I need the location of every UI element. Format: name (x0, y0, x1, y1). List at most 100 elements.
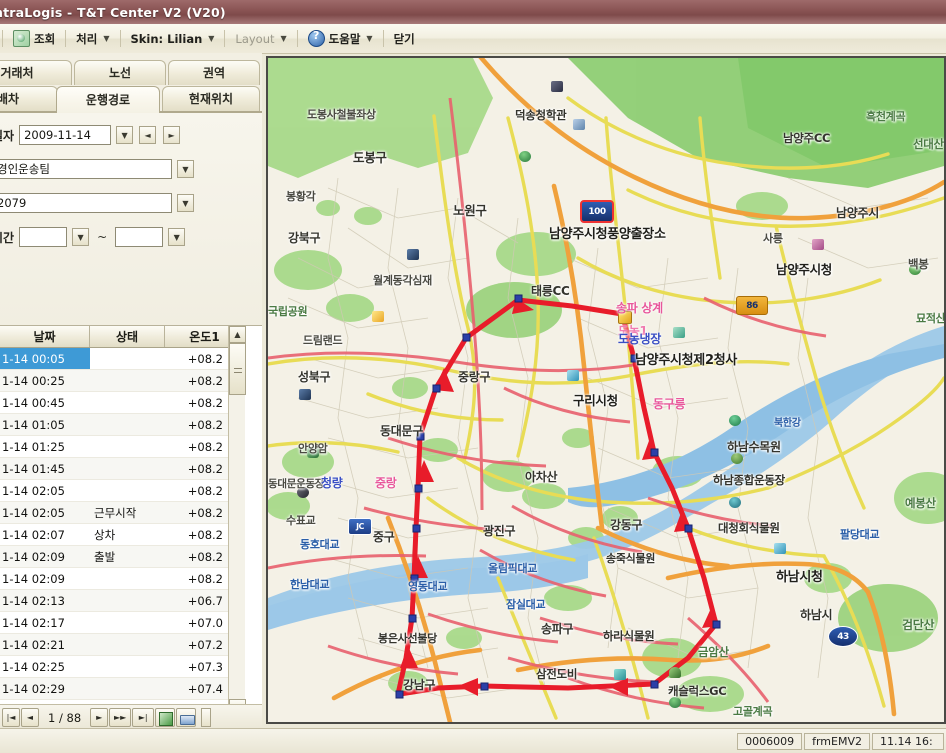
time-from-input[interactable] (19, 227, 68, 247)
tab-customer[interactable]: 거래처 (0, 60, 72, 85)
table-cell: 출발 (94, 549, 116, 564)
team-dropdown-button[interactable]: ▼ (177, 160, 194, 178)
print-icon[interactable] (176, 708, 197, 727)
time-field-row: 시간 ▼ ~ ▼ (0, 227, 186, 247)
tab-current-position[interactable]: 현재위치 (162, 86, 260, 111)
map-canvas[interactable]: 100 86 43 JC 도봉사철불좌상 덕송청학관 도봉구 봉황각 노원구 강북구 월계동… (268, 58, 944, 722)
toolbar-label-close: 닫기 (393, 31, 415, 46)
toolbar-button-close[interactable]: 닫기 (386, 27, 423, 51)
toolbar-separator (296, 30, 298, 47)
nav-next-button[interactable]: ► (90, 708, 109, 727)
table-row[interactable]: 1-14 02:21 +07.2 (0, 634, 245, 656)
nav-forward-button[interactable]: ►► (109, 708, 132, 727)
table-cell: 상차 (94, 527, 116, 542)
date-dropdown-button[interactable]: ▼ (116, 126, 134, 144)
route-shield-label: 86 (746, 300, 758, 311)
table-row[interactable]: 1-14 00:05 +08.2 (0, 348, 245, 370)
table-row[interactable]: 1-14 01:45 +08.2 (0, 458, 245, 480)
nav-prev-button[interactable]: ◄ (21, 708, 39, 727)
main-toolbar: 조회 처리 ▼ Skin: Lilian ▼ Layout ▼ 도움말 ▼ 닫기 (0, 24, 946, 54)
vehicle-select[interactable]: 2079 (0, 193, 172, 213)
table-cell: 1-14 02:29 (2, 681, 65, 696)
table-row[interactable]: 1-14 02:09 출발 +08.2 (0, 546, 245, 568)
route-shield-interstate: 100 (580, 200, 614, 223)
table-row[interactable]: 1-14 02:07 상차 +08.2 (0, 524, 245, 546)
document-search-icon (13, 30, 30, 47)
nav-splitter-handle[interactable] (201, 708, 212, 727)
status-bar: 0006009 frmEMV2 11.14 16: (0, 728, 946, 753)
tab-label: 거래처 (0, 66, 34, 80)
table-cell: 1-14 02:09 (2, 571, 65, 586)
toolbar-button-search[interactable]: 조회 (5, 27, 63, 51)
grid-column-status[interactable]: 상태 (90, 326, 165, 347)
time-to-input[interactable] (115, 227, 164, 247)
table-cell (90, 612, 165, 633)
toolbar-button-skin[interactable]: Skin: Lilian ▼ (123, 27, 223, 51)
toolbar-button-process[interactable]: 처리 ▼ (68, 27, 117, 51)
vehicle-dropdown-button[interactable]: ▼ (177, 194, 194, 212)
tab-route-line[interactable]: 노선 (74, 60, 166, 85)
table-row[interactable]: 1-14 02:05 근무시작 +08.2 (0, 502, 245, 524)
table-cell: 1-14 02:05 (2, 505, 65, 520)
toolbar-separator (2, 30, 3, 47)
nav-first-button[interactable]: |◄ (2, 708, 20, 727)
time-label: 시간 (0, 230, 15, 245)
table-row[interactable]: 1-14 00:25 +08.2 (0, 370, 245, 392)
grid-column-date[interactable]: 날짜 (0, 326, 90, 347)
toolbar-label-help: 도움말 (328, 31, 361, 46)
nav-page-indicator: 1 / 88 (48, 710, 82, 725)
table-cell: 1-14 02:09 (2, 549, 65, 564)
grid-vertical-scrollbar[interactable]: ▲ ▼ (228, 326, 246, 716)
time-to-dropdown-button[interactable]: ▼ (168, 228, 186, 246)
tab-label: 배차 (0, 92, 20, 106)
nav-last-button[interactable]: ►| (132, 708, 155, 727)
help-icon (307, 29, 325, 47)
vehicle-field-row: 2079 ▼ (0, 193, 194, 213)
toolbar-label-process: 처리 (76, 31, 98, 46)
table-cell (90, 678, 165, 699)
table-row[interactable]: 1-14 02:05 +08.2 (0, 480, 245, 502)
scroll-thumb[interactable] (229, 343, 246, 395)
table-cell: 1-14 00:45 (2, 395, 65, 410)
table-row[interactable]: 1-14 02:29 +07.4 (0, 678, 245, 700)
table-row[interactable]: 1-14 02:17 +07.0 (0, 612, 245, 634)
tab-label: 현재위치 (188, 92, 234, 106)
toolbar-button-help[interactable]: 도움말 ▼ (300, 27, 381, 51)
table-cell: 1-14 02:05 (2, 483, 65, 498)
table-cell: 1-14 00:25 (2, 373, 65, 388)
chevron-down-icon: ▼ (366, 34, 373, 43)
date-input[interactable]: 2009-11-14 (19, 125, 112, 145)
date-next-button[interactable]: ► (163, 126, 181, 144)
team-field-row: 경인운송팀 ▼ (0, 159, 194, 179)
table-cell (90, 436, 165, 457)
tab-zone[interactable]: 권역 (168, 60, 260, 85)
table-row[interactable]: 1-14 02:25 +07.3 (0, 656, 245, 678)
map-base-layer (268, 58, 944, 722)
toolbar-button-layout[interactable]: Layout ▼ (227, 27, 294, 51)
table-cell: 1-14 02:21 (2, 637, 65, 652)
table-row[interactable]: 1-14 00:45 +08.2 (0, 392, 245, 414)
vehicle-value: 2079 (0, 196, 27, 210)
table-cell (90, 392, 165, 413)
grid-body[interactable]: 1-14 00:05 +08.2 1-14 00:25 +08.2 1-14 00:45… (0, 348, 245, 708)
team-select[interactable]: 경인운송팀 (0, 159, 172, 179)
excel-export-icon[interactable] (155, 708, 176, 727)
table-row[interactable]: 1-14 01:25 +08.2 (0, 436, 245, 458)
left-panel: 거래처 노선 권역 배차 운행경로 현재위치 일자 2009-11-14 ▼ ◄… (0, 53, 262, 730)
tab-operation-route[interactable]: 운행경로 (56, 86, 160, 113)
table-cell (90, 590, 165, 611)
toolbar-label-search: 조회 (34, 31, 56, 46)
date-prev-button[interactable]: ◄ (139, 126, 157, 144)
table-cell: 1-14 02:13 (2, 593, 65, 608)
time-range-separator: ~ (97, 230, 108, 244)
table-row[interactable]: 1-14 02:09 +08.2 (0, 568, 245, 590)
table-cell: 1-14 02:07 (2, 527, 65, 542)
tab-dispatch[interactable]: 배차 (0, 86, 58, 111)
table-cell (90, 414, 165, 435)
table-row[interactable]: 1-14 02:13 +06.7 (0, 590, 245, 612)
table-row[interactable]: 1-14 01:05 +08.2 (0, 414, 245, 436)
toolbar-label-layout: Layout (235, 31, 275, 46)
scroll-up-button[interactable]: ▲ (229, 326, 246, 343)
map-viewport[interactable]: 100 86 43 JC 도봉사철불좌상 덕송청학관 도봉구 봉황각 노원구 강북구 월계동… (266, 56, 946, 724)
time-from-dropdown-button[interactable]: ▼ (72, 228, 90, 246)
